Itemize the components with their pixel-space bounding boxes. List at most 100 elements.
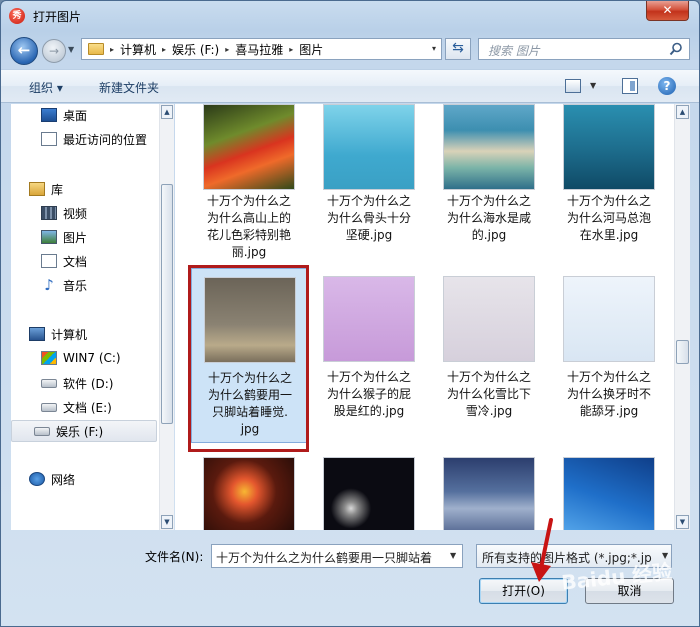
arrow-right-icon: → [48,44,60,58]
nav-item[interactable]: 视频 [11,202,157,224]
preview-pane-icon[interactable] [622,78,638,94]
nav-item[interactable]: 最近访问的位置 [11,128,157,150]
image-thumbnail [203,104,295,190]
nav-item[interactable]: WIN7 (C:) [11,347,157,369]
file-list-scrollbar[interactable]: ▲ ▼ [674,104,690,530]
forward-button[interactable]: → [42,39,66,63]
annotation-arrow-icon [531,518,553,582]
nav-item[interactable]: 文档 (E:) [11,396,157,418]
breadcrumb-pictures[interactable]: 图片 [299,41,323,58]
file-tile[interactable]: 十万个为什么之 为什么猴子的屁 股是红的.jpg [311,268,427,443]
close-button[interactable]: ✕ [646,1,689,21]
nav-item[interactable]: 网络 [11,468,157,490]
video-icon [41,206,57,220]
nav-item[interactable]: 计算机 [11,323,157,345]
library-icon [29,182,45,196]
image-thumbnail [443,276,535,362]
file-tile[interactable]: 十万个为什么之 为什么海水是咸 的.jpg [431,104,547,275]
filename-dropdown-icon[interactable]: ▼ [450,551,456,560]
desktop-icon [41,108,57,122]
breadcrumb-separator-icon[interactable]: ▸ [225,45,229,54]
nav-item[interactable]: 库 [11,178,157,200]
nav-item-label: 最近访问的位置 [63,132,148,147]
file-tile[interactable] [551,449,667,530]
breadcrumb-himalaya[interactable]: 喜马拉雅 [235,41,283,58]
nav-item-label: 网络 [51,472,76,487]
file-tile[interactable]: 十万个为什么之 为什么骨头十分 坚硬.jpg [311,104,427,275]
image-thumbnail [203,457,295,530]
image-thumbnail [323,104,415,190]
drive-icon [41,402,57,412]
recent-pages-dropdown[interactable]: ▼ [68,45,74,54]
image-thumbnail [563,457,655,530]
nav-item[interactable]: ♪ 音乐 [11,274,157,296]
back-button[interactable]: ← [10,37,38,65]
documents-icon [41,254,57,268]
nav-item-label: 计算机 [51,327,88,342]
open-image-dialog: 秀 打开图片 ✕ ← → ▼ ▸ 计算机 ▸ 娱乐 (F:) ▸ 喜马拉雅 ▸ … [0,0,700,627]
file-name: 十万个为什么之 为什么猴子的屁 股是红的.jpg [326,370,411,418]
file-name: 十万个为什么之 为什么化雪比下 雪冷.jpg [446,370,531,418]
refresh-icon: ⇆ [452,40,464,56]
nav-item[interactable]: 娱乐 (F:) [11,420,157,442]
computer-icon [29,327,45,341]
app-logo-icon: 秀 [9,8,25,24]
search-input[interactable]: 搜索 图片 [478,38,690,60]
nav-item-label: 娱乐 (F:) [56,424,104,439]
nav-item-label: 软件 (D:) [63,376,114,391]
file-tile[interactable]: 十万个为什么之 为什么河马总泡 在水里.jpg [551,104,667,275]
network-icon [29,472,45,486]
address-bar[interactable]: ▸ 计算机 ▸ 娱乐 (F:) ▸ 喜马拉雅 ▸ 图片 ▾ [81,38,442,60]
scroll-down-icon[interactable]: ▼ [161,515,173,529]
nav-item-label: 库 [51,182,64,197]
chevron-down-icon: ▼ [68,45,75,54]
image-thumbnail [443,104,535,190]
navigation-pane-scrollbar[interactable]: ▲ ▼ [159,104,174,530]
nav-item[interactable]: 文档 [11,250,157,272]
scroll-up-icon[interactable]: ▲ [676,105,689,119]
nav-item-label: 音乐 [63,278,88,293]
file-tile[interactable]: 十万个为什么之 为什么换牙时不 能舔牙.jpg [551,268,667,443]
image-thumbnail [563,276,655,362]
refresh-button[interactable]: ⇆ [445,38,471,60]
scroll-up-icon[interactable]: ▲ [161,105,173,119]
file-tile[interactable]: 十万个为什么之 为什么高山上的 花儿色彩特别艳 丽.jpg [191,104,307,275]
nav-item-label: 图片 [63,230,88,245]
file-tile[interactable] [311,449,427,530]
breadcrumb-separator-icon[interactable]: ▸ [162,45,166,54]
breadcrumb-computer[interactable]: 计算机 [120,41,156,58]
scrollbar-thumb[interactable] [676,340,689,364]
change-view-icon[interactable] [565,79,581,93]
pictures-icon [41,230,57,244]
image-thumbnail [323,457,415,530]
breadcrumb-separator-icon: ▸ [110,44,115,54]
nav-item-label: 文档 [63,254,88,269]
scroll-down-icon[interactable]: ▼ [676,515,689,529]
file-name: 十万个为什么之 为什么河马总泡 在水里.jpg [566,194,651,242]
windows-drive-icon [41,351,57,365]
nav-item[interactable]: 图片 [11,226,157,248]
view-dropdown-chevron-icon[interactable]: ▼ [590,81,596,90]
annotation-highlight-box [188,265,309,452]
search-icon[interactable] [669,42,683,56]
address-dropdown-icon[interactable]: ▾ [432,44,436,53]
organize-menu-button[interactable]: 组织 ▾ [29,79,63,96]
file-tile[interactable] [191,449,307,530]
file-name: 十万个为什么之 为什么骨头十分 坚硬.jpg [326,194,411,242]
breadcrumb-separator-icon[interactable]: ▸ [289,45,293,54]
help-icon[interactable]: ? [658,77,676,95]
file-tile[interactable]: 十万个为什么之 为什么化雪比下 雪冷.jpg [431,268,547,443]
nav-item[interactable]: 软件 (D:) [11,372,157,394]
arrow-left-icon: ← [17,41,31,59]
nav-item-label: WIN7 (C:) [63,351,121,365]
search-placeholder: 搜索 图片 [488,44,540,58]
new-folder-button[interactable]: 新建文件夹 [99,79,159,96]
nav-item[interactable]: 桌面 [11,104,157,126]
scrollbar-thumb[interactable] [161,184,173,424]
breadcrumb-drive-f[interactable]: 娱乐 (F:) [172,41,219,58]
file-name: 十万个为什么之 为什么高山上的 花儿色彩特别艳 丽.jpg [206,194,291,259]
command-toolbar: 组织 ▾ 新建文件夹 ▼ ? [1,69,699,103]
file-name: 十万个为什么之 为什么换牙时不 能舔牙.jpg [566,370,651,418]
filename-input[interactable]: 十万个为什么之为什么鹤要用一只脚站着 [211,544,463,568]
nav-item-label: 视频 [63,206,88,221]
